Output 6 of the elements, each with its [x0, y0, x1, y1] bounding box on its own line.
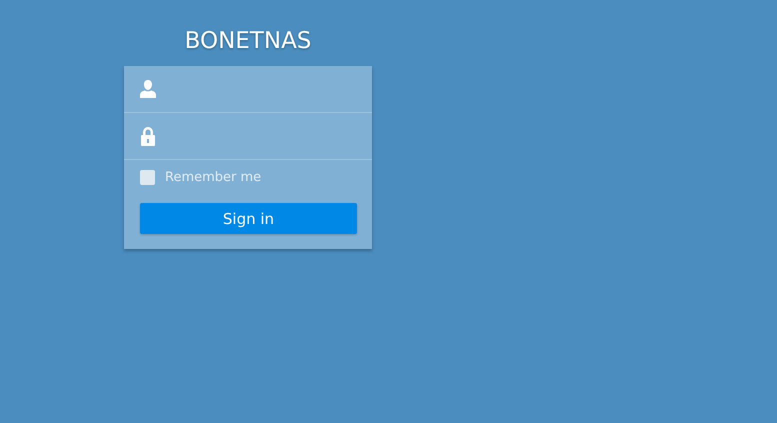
app-title: BONETNAS	[184, 27, 312, 56]
sign-in-button[interactable]: Sign in	[140, 203, 357, 234]
remember-checkbox[interactable]	[140, 170, 155, 185]
user-icon	[138, 79, 158, 99]
lock-icon	[138, 125, 158, 147]
remember-label: Remember me	[165, 170, 262, 185]
